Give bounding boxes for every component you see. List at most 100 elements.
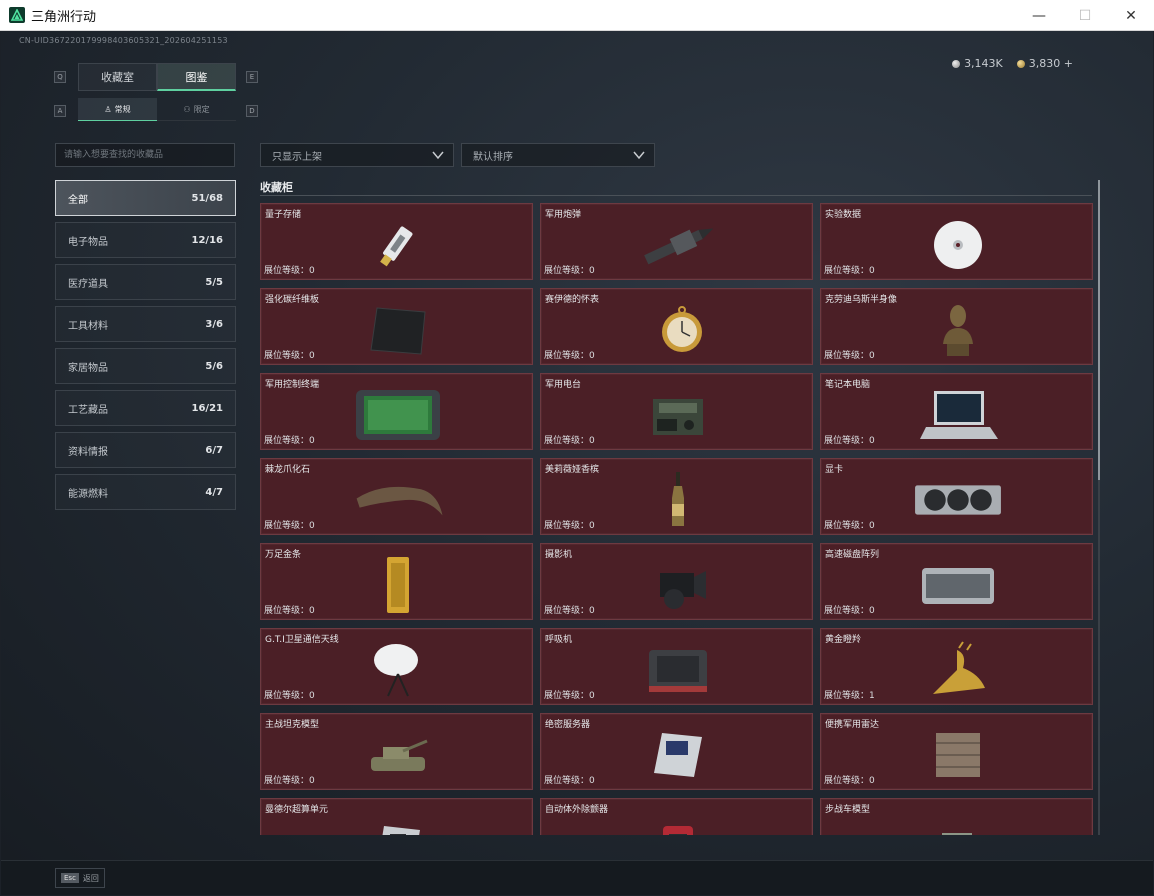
collection-card[interactable]: 美莉薇娅香槟 展位等级：0 [540,458,813,535]
item-level: 展位等级：1 [824,691,875,701]
collection-card[interactable]: 军用炮弹 展位等级：0 [540,203,813,280]
search-input[interactable] [55,143,235,167]
usb-drive-icon [352,214,444,276]
silver-currency: 3,143K [952,57,1003,70]
game-viewport: CN-UID367220179998403605321_202604251153… [1,31,1153,895]
collection-card[interactable]: 量子存储展位等级：0 [260,203,533,280]
category-item[interactable]: 工具材料 3/6 [55,306,236,342]
category-count: 6/7 [205,444,223,456]
section-divider [260,195,1092,196]
silver-coin-icon [952,60,961,68]
collection-card[interactable]: 强化碳纤维板 展位等级：0 [260,288,533,365]
collection-card[interactable]: 棘龙爪化石 展位等级：0 [260,458,533,535]
collection-card[interactable]: 便携军用雷达 展位等级：0 [820,713,1093,790]
category-item[interactable]: 医疗道具 5/5 [55,264,236,300]
tab-collection-room[interactable]: 收藏室 [78,63,157,91]
category-item[interactable]: 家居物品 5/6 [55,348,236,384]
category-item[interactable]: 工艺藏品 16/21 [55,390,236,426]
item-name: 军用控制终端 [265,380,320,390]
category-item[interactable]: 能源燃料 4/7 [55,474,236,510]
collection-card[interactable]: 高速磁盘阵列 展位等级：0 [820,543,1093,620]
item-level: 展位等级：0 [544,521,595,531]
user-id-label: CN-UID367220179998403605321_202604251153 [19,36,228,45]
category-item[interactable]: 电子物品 12/16 [55,222,236,258]
subtab-limited[interactable]: ⚇ 限定 [157,98,236,121]
sort-value: 默认排序 [473,151,513,163]
app-logo-icon [9,7,25,23]
add-currency-button[interactable]: + [1064,57,1073,70]
item-name: 便携军用雷达 [825,720,880,730]
shelf-filter-value: 只显示上架 [272,151,322,163]
collection-card[interactable]: 克劳迪乌斯半身像 展位等级：0 [820,288,1093,365]
collection-card[interactable]: 绝密服务器 展位等级：0 [540,713,813,790]
item-level: 展位等级：0 [264,691,315,701]
category-count: 16/21 [191,402,223,414]
item-level: 展位等级：0 [264,436,315,446]
item-level: 展位等级：0 [544,606,595,616]
maximize-button[interactable]: ☐ [1062,0,1108,31]
subtab-limited-label: 限定 [193,104,210,114]
key-hint-a: A [54,105,66,117]
item-name: 军用炮弹 [545,210,582,220]
collection-card[interactable]: 军用控制终端 展位等级：0 [260,373,533,450]
gold-amount: 3,830 [1028,57,1061,70]
ifv-model-icon [912,809,1004,835]
data-disc-icon [912,214,1004,276]
key-hint-d: D [246,105,258,117]
item-name: 量子存储 [265,210,302,220]
item-level: 展位等级：0 [264,266,315,276]
subtab-regular[interactable]: ♙ 常规 [78,98,157,121]
collection-card[interactable]: 摄影机 展位等级：0 [540,543,813,620]
sort-dropdown[interactable]: 默认排序 [461,143,655,167]
minimize-button[interactable]: — [1016,0,1062,31]
collection-card[interactable]: 自动体外除颤器展位等级：0 [540,798,813,835]
chevron-down-icon [432,151,444,160]
tank-model-icon [352,724,444,786]
collection-card[interactable]: 军用电台 展位等级：0 [540,373,813,450]
collection-card[interactable]: G.T.I卫星通信天线 展位等级：0 [260,628,533,705]
silver-amount: 3,143K [964,57,1003,70]
item-name: 自动体外除颤器 [545,805,609,815]
champagne-bottle-icon [632,469,724,531]
collection-card[interactable]: 黄金瞪羚 展位等级：1 [820,628,1093,705]
collection-card[interactable]: 实验数据 展位等级：0 [820,203,1093,280]
item-name: 笔记本电脑 [825,380,871,390]
key-hint-q: Q [54,71,66,83]
item-level: 展位等级：0 [544,691,595,701]
gold-currency[interactable]: 3,830 + [1016,57,1073,70]
window-title: 三角洲行动 [31,9,97,25]
collection-card[interactable]: 主战坦克模型 展位等级：0 [260,713,533,790]
category-count: 12/16 [191,234,223,246]
item-name: 克劳迪乌斯半身像 [825,295,898,305]
item-name: 棘龙爪化石 [265,465,311,475]
item-level: 展位等级：0 [264,606,315,616]
collection-card[interactable]: 曼德尔超算单元展位等级：0 [260,798,533,835]
ventilator-icon [632,639,724,701]
item-level: 展位等级：0 [824,606,875,616]
item-level: 展位等级：0 [264,351,315,361]
collection-card[interactable]: 万足金条 展位等级：0 [260,543,533,620]
collection-card[interactable]: 赛伊德的怀表 展位等级：0 [540,288,813,365]
collection-card[interactable]: 呼吸机 展位等级：0 [540,628,813,705]
main-tabs: 收藏室 图鉴 [78,63,236,91]
category-item[interactable]: 资料情报 6/7 [55,432,236,468]
item-level: 展位等级：0 [824,351,875,361]
disk-array-icon [912,554,1004,616]
shelf-filter-dropdown[interactable]: 只显示上架 [260,143,454,167]
scrollbar-thumb[interactable] [1098,180,1100,480]
collection-card[interactable]: 显卡 展位等级：0 [820,458,1093,535]
key-hint-e: E [246,71,258,83]
category-label: 能源燃料 [68,488,108,500]
carbon-plate-icon [352,299,444,361]
category-item[interactable]: 全部 51/68 [55,180,236,216]
close-button[interactable]: ✕ [1108,0,1154,31]
collection-card[interactable]: 步战车模型展位等级：0 [820,798,1093,835]
category-label: 电子物品 [68,236,108,248]
bottom-bar: Esc 返回 [1,860,1153,895]
graphics-card-icon [912,469,1004,531]
collection-card[interactable]: 笔记本电脑 展位等级：0 [820,373,1093,450]
laptop-icon [912,384,1004,446]
back-button[interactable]: Esc 返回 [55,868,105,888]
tab-codex[interactable]: 图鉴 [157,63,236,91]
limited-icon: ⚇ [183,104,191,114]
